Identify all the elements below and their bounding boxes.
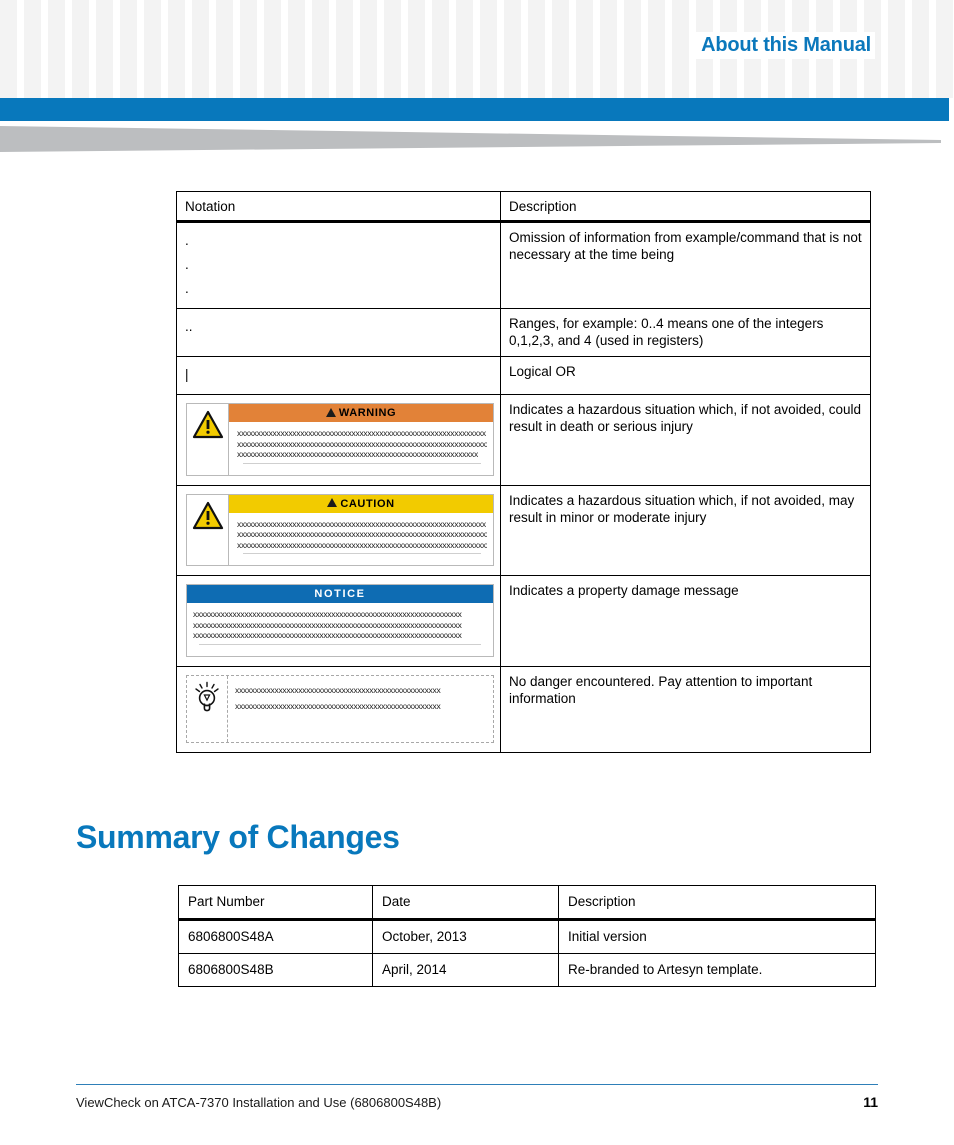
description-value: Indicates a hazardous situation which, i… (500, 484, 871, 576)
alert-divider (243, 553, 481, 563)
column-header-notation: Notation (176, 191, 501, 223)
tip-placeholder-text: xxxxxxxxxxxxxxxxxxxxxxxxxxxxxxxxxxxxxxxx… (228, 676, 493, 742)
notice-placeholder-text: xxxxxxxxxxxxxxxxxxxxxxxxxxxxxxxxxxxxxxxx… (187, 603, 493, 656)
page-title: About this Manual (695, 32, 875, 59)
header-grid-row (0, 72, 954, 92)
notation-value: | (176, 356, 501, 395)
page-header: About this Manual (0, 0, 954, 98)
description-value: Indicates a hazardous situation which, i… (500, 394, 871, 486)
warning-alert-graphic: WARNING xxxxxxxxxxxxxxxxxxxxxxxxxxxxxxxx… (176, 394, 501, 486)
date-value: April, 2014 (372, 953, 559, 987)
column-header-date: Date (372, 885, 559, 921)
tip-icon-cell (187, 675, 228, 742)
tip-box: xxxxxxxxxxxxxxxxxxxxxxxxxxxxxxxxxxxxxxxx… (186, 674, 494, 743)
header-grid-row (0, 0, 954, 20)
notice-box: NOTICE xxxxxxxxxxxxxxxxxxxxxxxxxxxxxxxxx… (186, 584, 494, 657)
placeholder-line: xxxxxxxxxxxxxxxxxxxxxxxxxxxxxxxxxxxxxxxx… (237, 529, 487, 539)
placeholder-line: xxxxxxxxxxxxxxxxxxxxxxxxxxxxxxxxxxxxxxxx… (193, 609, 462, 619)
table-row: 6806800S48A October, 2013 Initial versio… (178, 919, 876, 954)
banner-warning-triangle-icon (325, 407, 336, 417)
warning-body: WARNING xxxxxxxxxxxxxxxxxxxxxxxxxxxxxxxx… (229, 404, 493, 475)
tip-alert-graphic: xxxxxxxxxxxxxxxxxxxxxxxxxxxxxxxxxxxxxxxx… (176, 665, 501, 753)
placeholder-line: xxxxxxxxxxxxxxxxxxxxxxxxxxxxxxxxxxxxxxxx… (237, 539, 487, 550)
description-value: Indicates a property damage message (500, 575, 871, 667)
placeholder-line: xxxxxxxxxxxxxxxxxxxxxxxxxxxxxxxxxxxxxxxx… (237, 428, 486, 438)
section-heading-summary-of-changes: Summary of Changes (76, 819, 400, 855)
notice-banner: NOTICE (187, 585, 493, 603)
caution-icon-cell (187, 494, 229, 565)
table-header-row: Part Number Date Description (178, 885, 876, 921)
notice-banner-label: NOTICE (314, 588, 366, 600)
description-value: Ranges, for example: 0..4 means one of t… (500, 308, 871, 357)
header-blue-bar (0, 98, 949, 121)
header-gray-wedge (0, 126, 941, 153)
part-number-value: 6806800S48B (178, 953, 373, 987)
warning-box: WARNING xxxxxxxxxxxxxxxxxxxxxxxxxxxxxxxx… (186, 403, 494, 476)
table-row: | Logical OR (176, 356, 871, 395)
description-value: Omission of information from example/com… (500, 221, 871, 309)
table-row: 6806800S48B April, 2014 Re-branded to Ar… (178, 953, 876, 987)
caution-box: CAUTION xxxxxxxxxxxxxxxxxxxxxxxxxxxxxxxx… (186, 493, 494, 566)
caution-alert-graphic: CAUTION xxxxxxxxxxxxxxxxxxxxxxxxxxxxxxxx… (176, 484, 501, 576)
footer-document-title: ViewCheck on ATCA-7370 Installation and … (76, 1095, 442, 1110)
placeholder-line: xxxxxxxxxxxxxxxxxxxxxxxxxxxxxxxxxxxxxxxx… (237, 449, 478, 459)
table-row: NOTICE xxxxxxxxxxxxxxxxxxxxxxxxxxxxxxxxx… (176, 575, 871, 667)
footer-page-number: 11 (863, 1094, 878, 1110)
warning-triangle-icon (192, 410, 224, 443)
caution-body: CAUTION xxxxxxxxxxxxxxxxxxxxxxxxxxxxxxxx… (229, 494, 493, 566)
column-header-description: Description (558, 885, 876, 921)
placeholder-line: xxxxxxxxxxxxxxxxxxxxxxxxxxxxxxxxxxxxxxxx… (237, 438, 487, 449)
alert-divider (199, 643, 481, 654)
caution-banner-label: CAUTION (340, 497, 395, 510)
banner-warning-triangle-icon (327, 498, 338, 507)
notation-dot-line: . (185, 233, 189, 248)
caution-banner: CAUTION (229, 494, 493, 513)
description-value: No danger encountered. Pay attention to … (500, 665, 871, 753)
placeholder-line: xxxxxxxxxxxxxxxxxxxxxxxxxxxxxxxxxxxxxxxx… (235, 700, 441, 711)
table-header-row: Notation Description (176, 191, 871, 223)
lightbulb-icon (192, 681, 222, 721)
notation-dot-line: . (185, 281, 189, 296)
warning-placeholder-text: xxxxxxxxxxxxxxxxxxxxxxxxxxxxxxxxxxxxxxxx… (229, 422, 493, 475)
table-row: xxxxxxxxxxxxxxxxxxxxxxxxxxxxxxxxxxxxxxxx… (176, 665, 871, 753)
placeholder-line: xxxxxxxxxxxxxxxxxxxxxxxxxxxxxxxxxxxxxxxx… (193, 619, 462, 630)
notation-dot-line: . (185, 257, 189, 272)
table-row: .. Ranges, for example: 0..4 means one o… (176, 308, 871, 357)
notice-alert-graphic: NOTICE xxxxxxxxxxxxxxxxxxxxxxxxxxxxxxxxx… (176, 575, 501, 667)
column-header-part-number: Part Number (178, 885, 373, 921)
part-number-value: 6806800S48A (178, 919, 373, 954)
warning-icon-cell (187, 404, 229, 475)
placeholder-line: xxxxxxxxxxxxxxxxxxxxxxxxxxxxxxxxxxxxxxxx… (193, 630, 462, 640)
warning-triangle-icon (192, 501, 224, 534)
caution-placeholder-text: xxxxxxxxxxxxxxxxxxxxxxxxxxxxxxxxxxxxxxxx… (229, 513, 493, 566)
placeholder-line: xxxxxxxxxxxxxxxxxxxxxxxxxxxxxxxxxxxxxxxx… (237, 518, 486, 529)
description-value: Initial version (558, 919, 876, 954)
warning-banner: WARNING (229, 404, 493, 422)
table-row: WARNING xxxxxxxxxxxxxxxxxxxxxxxxxxxxxxxx… (176, 394, 871, 486)
notation-value: . . . (176, 221, 501, 309)
column-header-description: Description (500, 191, 871, 223)
placeholder-line: xxxxxxxxxxxxxxxxxxxxxxxxxxxxxxxxxxxxxxxx… (235, 684, 441, 695)
date-value: October, 2013 (372, 919, 559, 954)
notation-table: Notation Description . . . Omission of i… (176, 191, 871, 753)
warning-banner-label: WARNING (338, 407, 397, 419)
notation-value: .. (176, 308, 501, 357)
page-footer: ViewCheck on ATCA-7370 Installation and … (76, 1084, 878, 1111)
table-row: . . . Omission of information from examp… (176, 221, 871, 309)
alert-divider (243, 462, 481, 473)
description-value: Re-branded to Artesyn template. (558, 953, 876, 987)
description-value: Logical OR (500, 356, 871, 395)
summary-of-changes-table: Part Number Date Description 6806800S48A… (178, 885, 876, 987)
table-row: CAUTION xxxxxxxxxxxxxxxxxxxxxxxxxxxxxxxx… (176, 484, 871, 576)
